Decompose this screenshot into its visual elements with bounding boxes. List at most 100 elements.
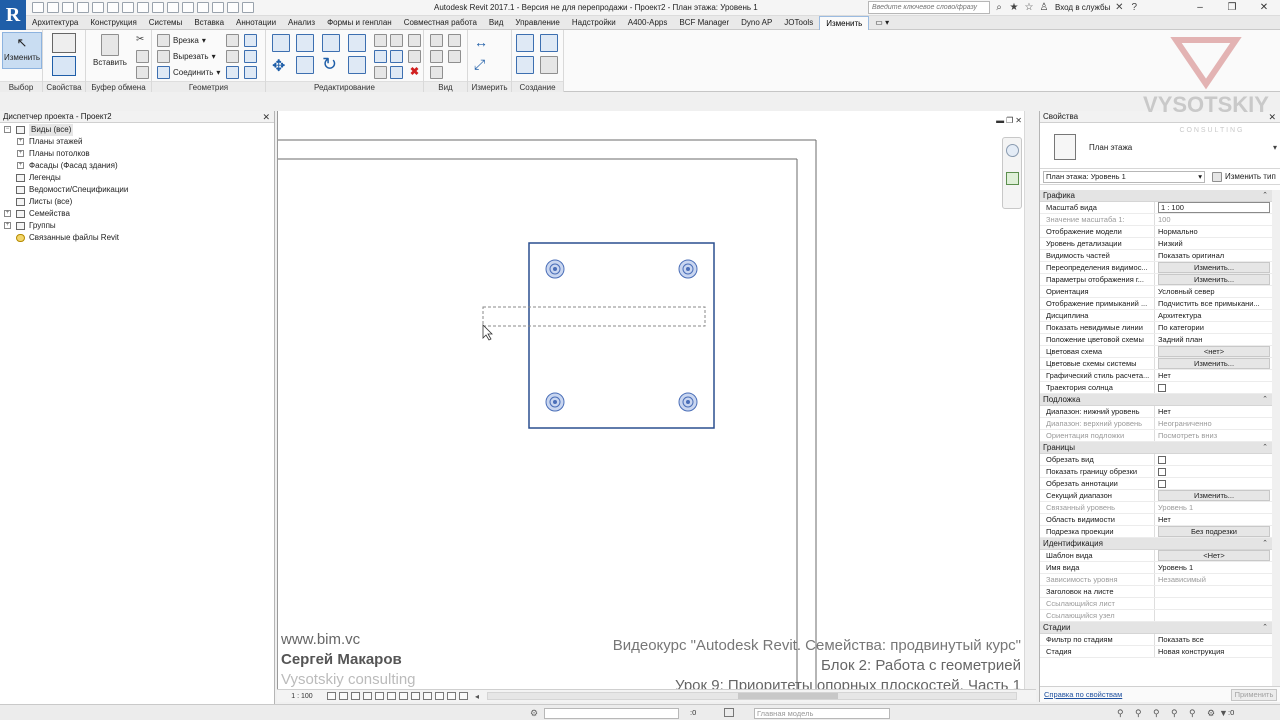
select-by-face-icon[interactable]: ⚲ [1171,708,1178,719]
linework-icon[interactable] [430,50,443,63]
render-icon[interactable] [375,692,384,700]
property-group-header[interactable]: Подложка ⌃ [1040,394,1272,406]
pick-paint-icon[interactable] [244,66,257,79]
create-similar-icon[interactable] [540,56,558,74]
property-value[interactable]: Нет [1155,514,1272,525]
zoom-icon[interactable] [1006,172,1019,185]
mirror-axis-icon[interactable] [322,34,340,52]
property-value[interactable]: Новая конструкция [1155,646,1272,657]
collapse-icon[interactable]: ⌃ [1262,442,1268,454]
cutout-button[interactable]: Вырезать ▾ [157,50,216,63]
split-element-icon[interactable] [374,34,387,47]
close-icon[interactable]: ✕ [1248,0,1280,15]
visual-style-icon[interactable] [339,692,348,700]
reveal-hidden-icon[interactable] [435,692,444,700]
expand-icon[interactable]: + [17,138,24,145]
bolt-marker[interactable] [678,259,698,279]
property-edit-button[interactable]: <нет> [1158,346,1270,357]
property-group-header[interactable]: Стадии ⌃ [1040,622,1272,634]
select-pinned-icon[interactable]: ⚲ [1153,708,1160,719]
design-options-icon[interactable] [724,708,734,717]
align-icon[interactable] [272,34,290,52]
cut-icon[interactable]: ✂ [136,34,149,47]
browser-item[interactable]: + Фасады (Фасад здания) [0,160,274,172]
trim-single-icon[interactable] [408,34,421,47]
browser-item[interactable]: Листы (все) [0,196,274,208]
ribbon-tab[interactable]: Аннотации [230,16,282,30]
array-icon[interactable] [374,50,387,63]
paint-icon[interactable] [244,50,257,63]
bolt-marker[interactable] [545,392,565,412]
chevron-down-icon[interactable]: ▾ [1273,143,1277,152]
property-input[interactable]: 1 : 100 [1158,202,1270,213]
sun-path-icon[interactable] [351,692,360,700]
property-group-header[interactable]: Границы ⌃ [1040,442,1272,454]
instance-filter-select[interactable]: План этажа: Уровень 1 ▾ [1043,170,1205,183]
property-value[interactable]: Нет [1155,370,1272,381]
remove-paint-icon[interactable] [226,66,239,79]
rotate-icon[interactable]: ↻ [322,54,337,75]
paste-button[interactable]: Вставить [90,34,130,67]
design-option-select[interactable]: Главная модель [754,708,890,719]
redo-icon[interactable] [92,2,104,13]
copy-element-icon[interactable] [296,56,314,74]
expand-icon[interactable]: + [4,222,11,229]
filter-icon[interactable]: ▼ [1219,708,1228,718]
thin-lines-icon[interactable] [212,2,224,13]
eraser-icon[interactable] [430,66,443,79]
wall-join-icon[interactable] [226,34,239,47]
property-value[interactable]: 1 : 100 [1155,202,1272,213]
ribbon-tab[interactable]: Изменить [819,15,870,30]
measure-distance-icon[interactable]: ↔ [474,34,488,50]
minimize-view-icon[interactable]: ▬ [996,116,1004,125]
property-value[interactable]: Изменить... [1155,274,1272,285]
property-value[interactable]: Изменить... [1155,262,1272,273]
restore-view-icon[interactable]: ❐ [1006,116,1013,125]
ribbon-tab[interactable]: Анализ [282,16,321,30]
switch-windows-icon[interactable] [242,2,254,13]
scrollbar-thumb[interactable] [738,693,838,699]
browser-item[interactable]: Ведомости/Спецификации [0,184,274,196]
user-icon[interactable]: ♙ [1038,2,1050,14]
close-icon[interactable]: ✕ [1268,111,1276,123]
ribbon-tab[interactable]: Вид [483,16,509,30]
create-assembly-icon[interactable] [516,56,534,74]
ribbon-minimize-icon[interactable]: ▭ ▾ [869,16,895,30]
exchange-icon[interactable]: ✕ [1113,2,1125,14]
scale-selector[interactable]: 1 : 100 [277,693,327,700]
select-links-icon[interactable]: ⚲ [1117,708,1124,719]
create-group-icon[interactable] [540,34,558,52]
tag-icon[interactable] [152,2,164,13]
property-group-header[interactable]: Графика ⌃ [1040,190,1272,202]
property-edit-button[interactable]: Изменить... [1158,490,1270,501]
cut-geometry-button[interactable]: Врезка ▾ [157,34,206,47]
scale-icon[interactable] [390,50,403,63]
ribbon-tab[interactable]: Вставка [188,16,230,30]
graphics-icon[interactable] [448,50,461,63]
property-value[interactable] [1155,478,1272,489]
property-value[interactable]: Изменить... [1155,358,1272,369]
browser-item[interactable]: + Группы [0,220,274,232]
join-button[interactable]: Соединить ▾ [157,66,220,79]
favorites-icon[interactable]: ☆ [1023,2,1035,14]
collapse-icon[interactable]: ⌃ [1262,190,1268,202]
scroll-left-icon[interactable]: ◂ [475,692,479,701]
drag-elements-icon[interactable]: ⚲ [1189,708,1196,719]
type-selector[interactable]: План этажа ▾ [1040,123,1280,169]
property-value[interactable]: <Нет> [1155,550,1272,561]
ribbon-tab[interactable]: Dyno AP [735,16,778,30]
collapse-icon[interactable]: ⌃ [1262,622,1268,634]
edit-type-button[interactable]: Изменить тип [1212,171,1276,182]
ribbon-tab[interactable]: BCF Manager [673,16,735,30]
ribbon-tab[interactable]: Совместная работа [398,16,483,30]
property-edit-button[interactable]: Без подрезки [1158,526,1270,537]
ribbon-tab[interactable]: JOTools [778,16,819,30]
property-checkbox[interactable] [1158,480,1166,488]
undo-icon[interactable] [77,2,89,13]
measure-icon[interactable] [122,2,134,13]
expand-icon[interactable]: + [4,210,11,217]
minimize-icon[interactable]: – [1184,0,1216,15]
property-edit-button[interactable]: Изменить... [1158,358,1270,369]
ribbon-tab[interactable]: A400-Apps [622,16,674,30]
app-menu-button[interactable]: R [0,0,26,33]
